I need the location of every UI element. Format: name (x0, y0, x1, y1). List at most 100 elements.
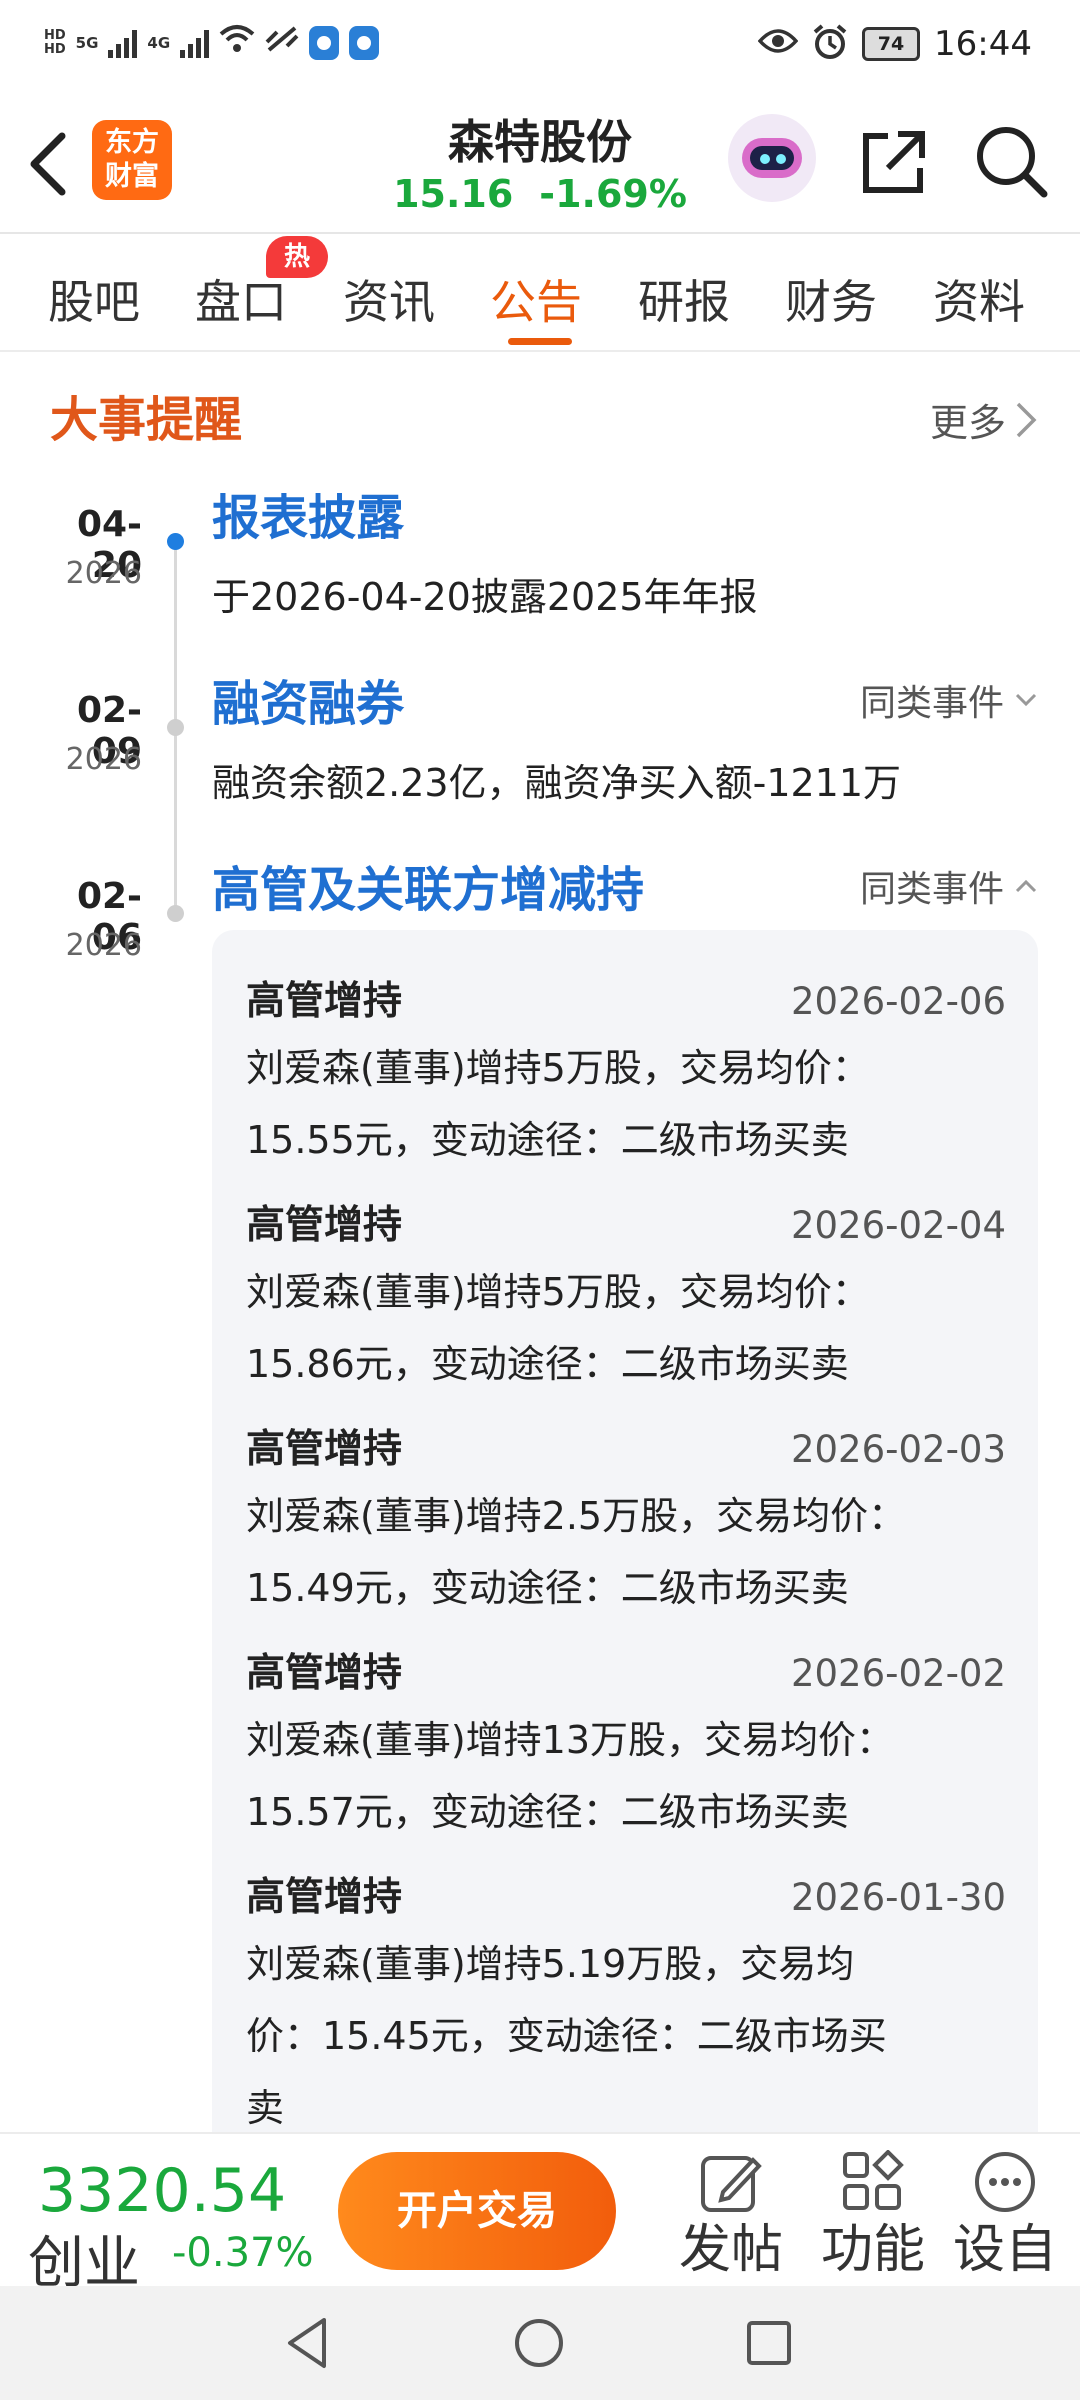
index-change: -0.37% (172, 2230, 314, 2276)
section-title-events: 大事提醒 (50, 392, 243, 448)
more-link[interactable]: 更多 (930, 392, 1038, 447)
functions-button[interactable]: 功能 (808, 2144, 938, 2280)
chevron-left-icon (30, 132, 66, 196)
timeline-dot (167, 905, 184, 922)
share-button[interactable] (858, 126, 930, 198)
link-icon (265, 24, 299, 62)
similar-events-label: 同类事件 (859, 683, 1004, 724)
item-description: 刘爱森(董事)增持5万股，交易均价： 15.86元，变动途径：二级市场买卖 (246, 1270, 870, 1386)
event-year: 2026 (65, 742, 142, 777)
nav-recents-button[interactable] (734, 2308, 804, 2378)
tab-finance[interactable]: 财务 (785, 266, 877, 332)
list-item[interactable]: 高管增持 2026-01-30 刘爱森(董事)增持5.19万股，交易均 价：15.4… (246, 1866, 1006, 2144)
event-title[interactable]: 高管及关联方增减持 (212, 850, 644, 920)
app-notification-icon (309, 26, 340, 60)
app-page: HD HD 5G 4G 74 16:44 东方 财富 森特股份 15.16 -1… (0, 0, 1080, 2400)
list-item[interactable]: 高管增持 2026-02-02 刘爱森(董事)增持13万股，交易均价： 15.57元… (246, 1642, 1006, 1848)
list-item[interactable]: 高管增持 2026-02-06 刘爱森(董事)增持5万股，交易均价： 15.55元，… (246, 970, 1006, 1176)
edit-icon (701, 2156, 762, 2212)
signal-icon-2 (180, 28, 210, 58)
tab-profile[interactable]: 资料 (933, 266, 1025, 332)
square-recents-icon (747, 2321, 791, 2365)
stock-name: 森特股份 (448, 115, 632, 169)
wifi-icon (219, 24, 255, 62)
search-button[interactable] (972, 122, 1052, 202)
stock-quote: 15.16 -1.69% (340, 172, 740, 216)
grid-icon (843, 2150, 904, 2210)
timeline-dot-active (167, 533, 184, 550)
more-label: 更多 (929, 401, 1006, 445)
network-5g-label: 5G (75, 34, 99, 52)
item-type: 高管增持 (246, 1651, 403, 1696)
item-date: 2026-02-06 (790, 980, 1006, 1023)
status-right: 74 16:44 (757, 24, 1032, 64)
list-item[interactable]: 高管增持 2026-02-04 刘爱森(董事)增持5万股，交易均价： 15.86元，… (246, 1194, 1006, 1400)
item-type: 高管增持 (246, 979, 403, 1024)
item-date: 2026-02-03 (790, 1428, 1006, 1471)
item-type: 高管增持 (246, 1203, 403, 1248)
status-bar: HD HD 5G 4G 74 16:44 (0, 0, 1080, 100)
item-description: 刘爱森(董事)增持5.19万股，交易均 价：15.45元，变动途径：二级市场买卖 (246, 1942, 887, 2130)
hot-badge: 热 (266, 236, 328, 278)
nav-back-button[interactable] (274, 2308, 344, 2378)
functions-label: 功能 (820, 2220, 925, 2280)
item-description: 刘爱森(董事)增持13万股，交易均价： 15.57元，变动途径：二级市场买卖 (246, 1718, 895, 1834)
tab-bar: 股吧 盘口 热 资讯 公告 研报 财务 资料 (0, 236, 1080, 352)
tab-announcements[interactable]: 公告 (490, 266, 582, 332)
item-type: 高管增持 (246, 1427, 403, 1472)
more-icon (975, 2152, 1035, 2212)
search-icon (977, 127, 1048, 198)
event-year: 2026 (65, 928, 142, 963)
share-icon (863, 131, 925, 193)
tab-news[interactable]: 资讯 (343, 266, 435, 332)
ai-assistant-avatar[interactable] (728, 114, 816, 202)
signal-icon (108, 28, 138, 58)
event-year: 2026 (65, 556, 142, 591)
list-item[interactable]: 高管增持 2026-02-03 刘爱森(董事)增持2.5万股，交易均价： 15.49… (246, 1418, 1006, 1624)
eye-icon (757, 25, 799, 63)
tab-research[interactable]: 研报 (638, 266, 730, 332)
similar-events-label: 同类事件 (859, 869, 1004, 910)
nav-home-button[interactable] (504, 2308, 574, 2378)
active-tab-indicator (508, 338, 572, 345)
circle-home-icon (515, 2319, 563, 2367)
item-type: 高管增持 (246, 1875, 403, 1920)
similar-events-toggle[interactable]: 同类事件 (860, 674, 1038, 726)
hd-indicator: HD HD (44, 28, 66, 57)
item-description: 刘爱森(董事)增持2.5万股，交易均价： 15.49元，变动途径：二级市场买卖 (246, 1494, 907, 1610)
item-date: 2026-02-04 (790, 1204, 1006, 1247)
tab-guba[interactable]: 股吧 (48, 266, 140, 332)
battery-indicator: 74 (862, 27, 921, 61)
event-description: 融资余额2.23亿，融资净买入额-1211万 (212, 761, 902, 805)
event-description: 于2026-04-20披露2025年年报 (212, 575, 758, 619)
chevron-down-icon (1015, 693, 1037, 707)
timeline-dot (167, 719, 184, 736)
post-label: 发帖 (678, 2220, 783, 2280)
alarm-icon (812, 24, 848, 64)
settings-button[interactable]: 设自 (940, 2144, 1070, 2280)
chevron-right-icon (1016, 402, 1037, 437)
clock-time: 16:44 (934, 24, 1032, 64)
item-date: 2026-02-02 (790, 1652, 1006, 1695)
stock-price-value: 15.16 (393, 172, 514, 216)
event-title[interactable]: 融资融券 (212, 664, 404, 734)
post-button[interactable]: 发帖 (666, 2144, 796, 2280)
holding-changes-card: 高管增持 2026-02-06 刘爱森(董事)增持5万股，交易均价： 15.55元，… (212, 930, 1038, 2150)
bottom-bar: 3320.54 创业 -0.37% 开户交易 发帖 功能 设自 (0, 2132, 1080, 2296)
similar-events-toggle[interactable]: 同类事件 (860, 860, 1038, 912)
settings-label: 设自 (952, 2220, 1057, 2280)
item-description: 刘爱森(董事)增持5万股，交易均价： 15.55元，变动途径：二级市场买卖 (246, 1046, 870, 1162)
open-account-button[interactable]: 开户交易 (338, 2152, 616, 2270)
triangle-back-icon (288, 2318, 326, 2368)
network-4g-label: 4G (147, 34, 171, 52)
index-value[interactable]: 3320.54 (38, 2156, 286, 2226)
chevron-up-icon (1015, 879, 1037, 893)
event-title[interactable]: 报表披露 (212, 478, 404, 548)
status-left: HD HD 5G 4G (44, 24, 380, 62)
system-nav-bar (0, 2286, 1080, 2400)
eastmoney-logo[interactable]: 东方 财富 (92, 120, 172, 200)
item-date: 2026-01-30 (790, 1876, 1006, 1919)
stock-header: 东方 财富 森特股份 15.16 -1.69% (0, 100, 1080, 234)
app-notification-icon-2 (349, 26, 380, 60)
back-button[interactable] (20, 122, 80, 206)
